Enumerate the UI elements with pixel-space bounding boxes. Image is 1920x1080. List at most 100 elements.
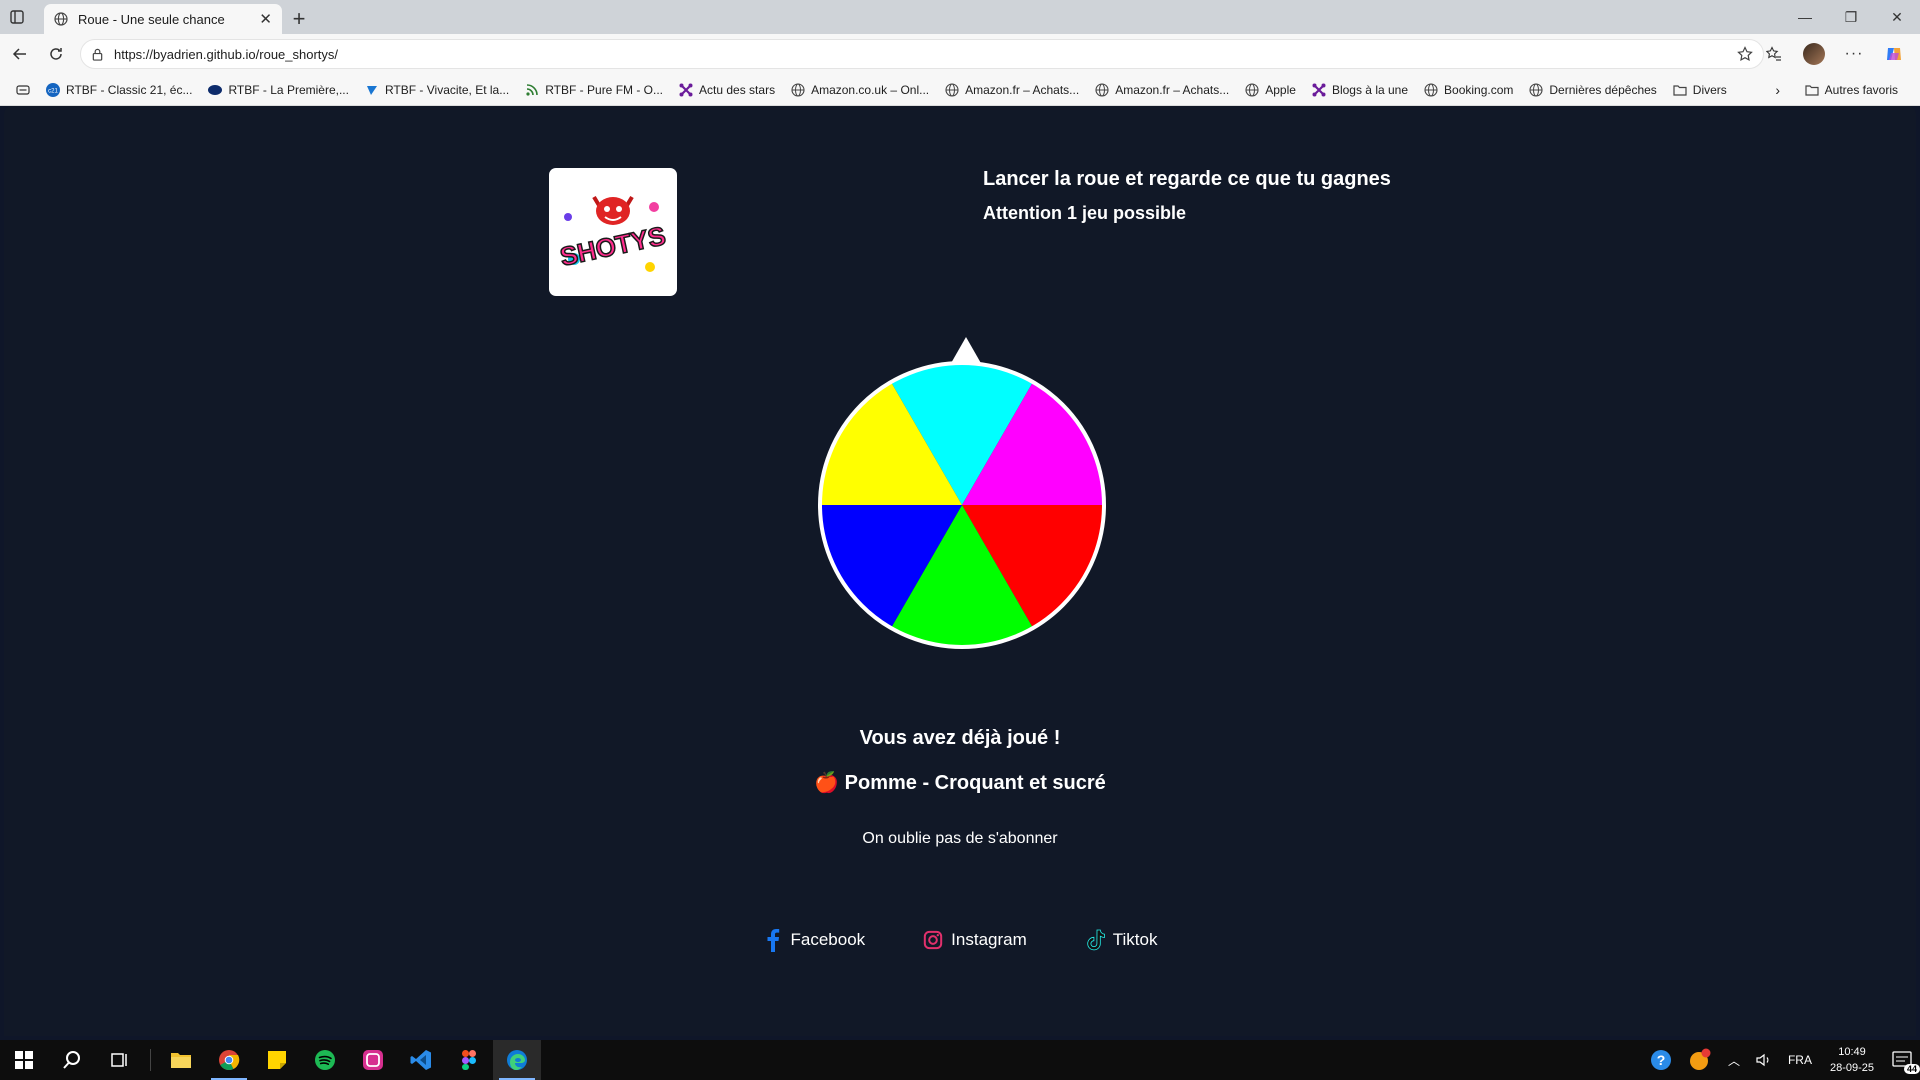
windows-logo-icon bbox=[15, 1051, 33, 1069]
favorites-button[interactable] bbox=[1756, 38, 1792, 70]
globe-icon bbox=[1245, 82, 1259, 97]
prize-text: Pomme - Croquant et sucré bbox=[844, 772, 1106, 794]
bookmark-item[interactable]: Booking.com bbox=[1416, 77, 1521, 103]
tiktok-label: Tiktok bbox=[1112, 930, 1158, 949]
tab-actions-icon bbox=[10, 10, 24, 24]
shotys-logo: SHOTYS bbox=[549, 168, 677, 296]
bookmark-item[interactable]: RTBF - Pure FM - O... bbox=[517, 77, 671, 103]
puzzle-icon bbox=[679, 83, 693, 97]
bookmark-folder[interactable]: Divers bbox=[1665, 77, 1735, 103]
address-bar[interactable]: https://byadrien.github.io/roue_shortys/ bbox=[80, 39, 1764, 69]
spotify-icon bbox=[315, 1050, 335, 1070]
back-button[interactable] bbox=[2, 36, 38, 72]
more-dots-icon: ··· bbox=[1844, 45, 1864, 62]
facebook-link[interactable]: Facebook bbox=[763, 928, 866, 952]
folder-icon bbox=[1673, 83, 1687, 97]
edge-button[interactable] bbox=[493, 1040, 541, 1080]
intro-text: Lancer la roue et regarde ce que tu gagn… bbox=[983, 168, 1391, 224]
facebook-icon bbox=[763, 928, 783, 952]
favorites-icon bbox=[1766, 46, 1781, 61]
svg-text:?: ? bbox=[1657, 1052, 1666, 1068]
pink-app-icon bbox=[363, 1050, 383, 1070]
bookmark-item[interactable]: Dernières dépêches bbox=[1521, 77, 1664, 103]
new-tab-button[interactable]: + bbox=[282, 4, 316, 34]
clock-time: 10:49 bbox=[1838, 1046, 1866, 1058]
chrome-icon bbox=[219, 1050, 240, 1070]
bookmarks-bar: c21 RTBF - Classic 21, éc... RTBF - La Pr… bbox=[0, 74, 1920, 106]
app-update-button[interactable] bbox=[1680, 1040, 1720, 1080]
globe-icon bbox=[1529, 82, 1543, 97]
figma-icon bbox=[462, 1050, 476, 1070]
instagram-link[interactable]: Instagram bbox=[923, 928, 1027, 952]
language-indicator[interactable]: FRA bbox=[1780, 1040, 1820, 1080]
chevron-right-icon: › bbox=[1775, 82, 1780, 98]
lock-icon[interactable] bbox=[91, 48, 104, 61]
notifications-button[interactable]: 44 bbox=[1884, 1040, 1920, 1080]
task-view-button[interactable] bbox=[96, 1040, 144, 1080]
intro-heading: Lancer la roue et regarde ce que tu gagn… bbox=[983, 168, 1391, 190]
globe-icon bbox=[945, 82, 959, 97]
bookmark-item[interactable]: Blogs à la une bbox=[1304, 77, 1416, 103]
windows-taskbar: ? ︿ FRA 10:49 28-09-25 44 bbox=[0, 1040, 1920, 1080]
globe-icon bbox=[1424, 82, 1438, 97]
restore-button[interactable]: ❐ bbox=[1828, 0, 1874, 34]
wheel-disc[interactable] bbox=[816, 359, 1108, 651]
subscribe-text: On oublie pas de s'abonner bbox=[862, 830, 1058, 847]
volume-button[interactable] bbox=[1748, 1040, 1780, 1080]
browser-tab[interactable]: Roue - Une seule chance ✕ bbox=[44, 4, 282, 34]
copilot-button[interactable] bbox=[1876, 38, 1912, 70]
bookmark-item[interactable]: Amazon.fr – Achats... bbox=[1087, 77, 1237, 103]
profile-button[interactable] bbox=[1796, 38, 1832, 70]
show-hidden-icons-button[interactable]: ︿ bbox=[1720, 1040, 1748, 1080]
bookmark-item[interactable]: RTBF - Vivacite, Et la... bbox=[357, 77, 517, 103]
close-window-button[interactable]: ✕ bbox=[1874, 0, 1920, 34]
toolbar-right: ··· bbox=[1756, 38, 1912, 70]
instagram-icon bbox=[923, 928, 943, 952]
tiktok-link[interactable]: Tiktok bbox=[1085, 928, 1158, 952]
favorite-star-icon[interactable] bbox=[1737, 46, 1753, 62]
vscode-button[interactable] bbox=[397, 1040, 445, 1080]
facebook-label: Facebook bbox=[790, 930, 866, 949]
intro-warning: Attention 1 jeu possible bbox=[983, 203, 1187, 223]
rtbf-icon: c21 bbox=[46, 82, 60, 97]
more-menu-button[interactable]: ··· bbox=[1836, 38, 1872, 70]
copilot-icon bbox=[1887, 48, 1901, 60]
bookmark-item[interactable]: c21 RTBF - Classic 21, éc... bbox=[38, 77, 200, 103]
rss-icon bbox=[525, 83, 539, 97]
file-explorer-button[interactable] bbox=[157, 1040, 205, 1080]
help-button[interactable]: ? bbox=[1642, 1040, 1680, 1080]
apple-emoji-icon: 🍎 bbox=[814, 772, 840, 794]
start-button[interactable] bbox=[0, 1040, 48, 1080]
window-controls: — ❐ ✕ bbox=[1782, 0, 1920, 34]
taskbar-separator bbox=[150, 1049, 151, 1071]
sticky-notes-button[interactable] bbox=[253, 1040, 301, 1080]
globe-icon bbox=[791, 82, 805, 97]
globe-icon bbox=[1095, 82, 1109, 97]
tab-actions-button[interactable] bbox=[0, 0, 34, 34]
other-favorites-folder[interactable]: Autres favoris bbox=[1797, 77, 1906, 103]
app-button-pink[interactable] bbox=[349, 1040, 397, 1080]
tab-bar: Roue - Une seule chance ✕ + — ❐ ✕ bbox=[0, 0, 1920, 34]
url-text[interactable]: https://byadrien.github.io/roue_shortys/ bbox=[114, 47, 1727, 62]
more-bookmarks-button[interactable]: › bbox=[1767, 77, 1788, 103]
chrome-button[interactable] bbox=[205, 1040, 253, 1080]
system-tray: ? ︿ FRA 10:49 28-09-25 44 bbox=[1642, 1040, 1920, 1080]
spotify-button[interactable] bbox=[301, 1040, 349, 1080]
speaker-icon bbox=[1756, 1053, 1769, 1067]
chevron-up-icon: ︿ bbox=[1727, 1053, 1740, 1068]
bookmark-item[interactable]: Amazon.fr – Achats... bbox=[937, 77, 1087, 103]
clock[interactable]: 10:49 28-09-25 bbox=[1820, 1044, 1884, 1076]
bookmark-item[interactable]: Apple bbox=[1237, 77, 1304, 103]
refresh-button[interactable] bbox=[38, 36, 74, 72]
prize-wheel[interactable] bbox=[812, 337, 1112, 657]
globe-icon bbox=[54, 12, 68, 26]
figma-button[interactable] bbox=[445, 1040, 493, 1080]
tab-title: Roue - Une seule chance bbox=[78, 11, 225, 27]
close-tab-icon[interactable]: ✕ bbox=[259, 10, 272, 28]
search-button[interactable] bbox=[48, 1040, 96, 1080]
bookmark-item[interactable]: Amazon.co.uk – Onl... bbox=[783, 77, 937, 103]
bookmark-item[interactable]: RTBF - La Première,... bbox=[200, 77, 356, 103]
bookmarks-menu-button[interactable] bbox=[8, 77, 38, 103]
bookmark-item[interactable]: Actu des stars bbox=[671, 77, 783, 103]
minimize-button[interactable]: — bbox=[1782, 0, 1828, 34]
